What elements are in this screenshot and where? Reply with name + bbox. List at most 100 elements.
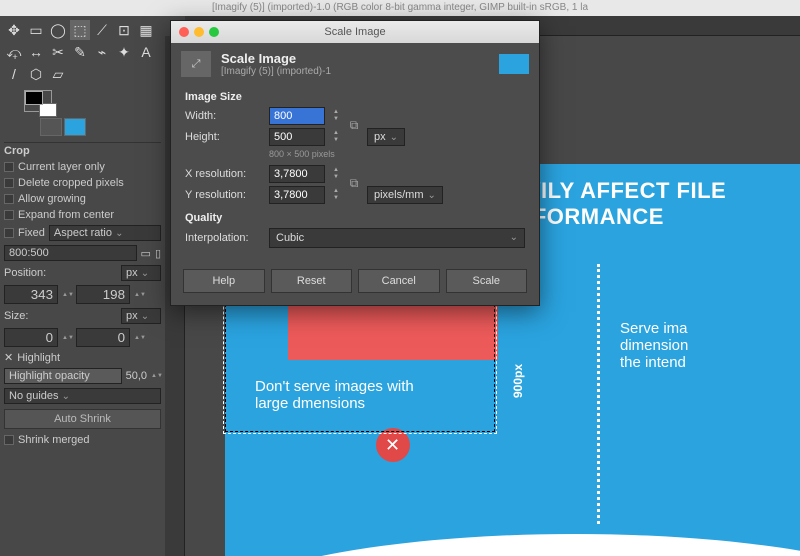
lbl-expand-center: Expand from center (18, 209, 114, 221)
tool-options-header: Crop (4, 142, 161, 159)
size-unit-select[interactable]: px ⌄ (121, 308, 161, 324)
pos-unit-select[interactable]: px ⌄ (121, 265, 161, 281)
width-spinner[interactable]: ▲▼ (331, 107, 341, 125)
orient-portrait-icon[interactable]: ▯ (155, 247, 161, 260)
chevron-down-icon: ⌄ (115, 228, 123, 239)
size-unit-select[interactable]: px⌄ (367, 128, 405, 146)
yres-spinner[interactable]: ▲▼ (331, 186, 341, 204)
interp-label: Interpolation: (185, 232, 263, 244)
orient-landscape-icon[interactable]: ▭ (141, 247, 151, 260)
cancel-button[interactable]: Cancel (358, 269, 440, 293)
guides-select[interactable]: No guides ⌄ (4, 388, 161, 404)
yres-label: Y resolution: (185, 189, 263, 201)
chevron-down-icon: ⌄ (510, 232, 518, 244)
height-spinner[interactable]: ▲▼ (331, 128, 341, 146)
interpolation-select[interactable]: Cubic⌄ (269, 228, 525, 248)
help-button[interactable]: Help (183, 269, 265, 293)
lbl-allow-growing: Allow growing (18, 193, 86, 205)
tool-heal[interactable]: ✦ (114, 42, 134, 62)
right-caption: Serve imadimensionthe intend (620, 320, 800, 371)
tool-pencil[interactable]: ⌁ (92, 42, 112, 62)
spin-icon[interactable]: ▲▼ (62, 335, 72, 341)
xres-label: X resolution: (185, 168, 263, 180)
chk-highlight[interactable]: ✕ (4, 351, 13, 364)
chk-current-layer[interactable] (4, 162, 14, 172)
tool-rotate[interactable]: ⤽ (4, 42, 24, 62)
section-image-size: Image Size (185, 91, 525, 103)
tool-gradient[interactable]: ▱ (48, 64, 68, 84)
xres-spinner[interactable]: ▲▼ (331, 165, 341, 183)
scale-button[interactable]: Scale (446, 269, 528, 293)
scale-icon: ⤢ (181, 51, 211, 77)
chk-expand-center[interactable] (4, 210, 14, 220)
fg-color-swatch[interactable] (25, 91, 43, 105)
chevron-down-icon: ⌄ (390, 132, 398, 143)
close-circle-icon: ✕ (376, 428, 410, 462)
link-chain-icon[interactable]: ⧉ (347, 118, 361, 133)
size-w-input[interactable] (4, 328, 58, 347)
tool-crop[interactable]: ⬚ (70, 20, 90, 40)
spin-icon[interactable]: ▲▼ (151, 373, 161, 379)
tool-scissors[interactable]: ✂ (48, 42, 68, 62)
tool-move[interactable]: ✥ (4, 20, 24, 40)
tool-text[interactable]: A (136, 42, 156, 62)
lbl-delete-cropped: Delete cropped pixels (18, 177, 124, 189)
pattern-preview[interactable] (64, 118, 86, 136)
window-zoom-icon[interactable] (209, 27, 219, 37)
dialog-subheading: [Imagify (5)] (imported)-1 (221, 66, 331, 77)
tool-options: Crop Current layer only Delete cropped p… (4, 142, 161, 448)
chk-allow-growing[interactable] (4, 194, 14, 204)
ratio-input[interactable]: 800:500 (4, 245, 137, 261)
chk-delete-cropped[interactable] (4, 178, 14, 188)
window-minimize-icon[interactable] (194, 27, 204, 37)
size-hint: 800 × 500 pixels (269, 149, 525, 159)
pos-x-input[interactable] (4, 285, 58, 304)
highlight-opacity-slider[interactable]: Highlight opacity (4, 368, 122, 384)
tool-fuzzy-select[interactable]: ⊡ (114, 20, 134, 40)
chevron-down-icon: ⌄ (141, 268, 149, 279)
chk-fixed[interactable] (4, 228, 14, 238)
tool-flip[interactable]: ↔ (26, 42, 46, 62)
brush-preview[interactable] (40, 118, 62, 136)
chk-shrink-merged[interactable] (4, 435, 14, 445)
height-label: Height: (185, 131, 263, 143)
bg-color-swatch[interactable] (39, 103, 57, 117)
xres-input[interactable] (269, 165, 325, 183)
res-unit-select[interactable]: pixels/mm⌄ (367, 186, 443, 204)
width-label: Width: (185, 110, 263, 122)
tool-free-select[interactable]: ⟋ (92, 20, 112, 40)
size-h-input[interactable] (76, 328, 130, 347)
height-input[interactable] (269, 128, 325, 146)
dialog-thumbnail (499, 54, 529, 74)
lbl-current-layer: Current layer only (18, 161, 105, 173)
lbl-shrink-merged: Shrink merged (18, 434, 90, 446)
left-caption: Don't serve images withlarge dmensions (255, 378, 530, 412)
rotated-label: 900px (511, 364, 525, 398)
tool-paintbrush[interactable]: ✎ (70, 42, 90, 62)
highlight-opacity-value: 50,0 (126, 370, 147, 382)
width-input[interactable] (269, 107, 325, 125)
spin-icon[interactable]: ▲▼ (62, 292, 72, 298)
color-swatches[interactable] (24, 90, 52, 112)
tool-rect-select[interactable]: ▭ (26, 20, 46, 40)
tool-by-color[interactable]: ▦ (136, 20, 156, 40)
lbl-fixed: Fixed (18, 227, 45, 239)
window-close-icon[interactable] (179, 27, 189, 37)
chevron-down-icon: ⌄ (428, 190, 436, 201)
dialog-titlebar[interactable]: Scale Image (171, 21, 539, 43)
spin-icon[interactable]: ▲▼ (134, 292, 144, 298)
link-chain-icon[interactable]: ⧉ (347, 176, 361, 191)
vertical-divider (597, 264, 600, 524)
tool-ellipse-select[interactable]: ◯ (48, 20, 68, 40)
fixed-mode-select[interactable]: Aspect ratio ⌄ (49, 225, 161, 241)
yres-input[interactable] (269, 186, 325, 204)
auto-shrink-button[interactable]: Auto Shrink (4, 409, 161, 429)
spin-icon[interactable]: ▲▼ (134, 335, 144, 341)
lbl-highlight: Highlight (17, 352, 60, 364)
reset-button[interactable]: Reset (271, 269, 353, 293)
tool-bucket[interactable]: ⬡ (26, 64, 46, 84)
chevron-down-icon: ⌄ (141, 311, 149, 322)
tool-path[interactable]: / (4, 64, 24, 84)
pos-y-input[interactable] (76, 285, 130, 304)
chevron-down-icon: ⌄ (62, 391, 70, 402)
